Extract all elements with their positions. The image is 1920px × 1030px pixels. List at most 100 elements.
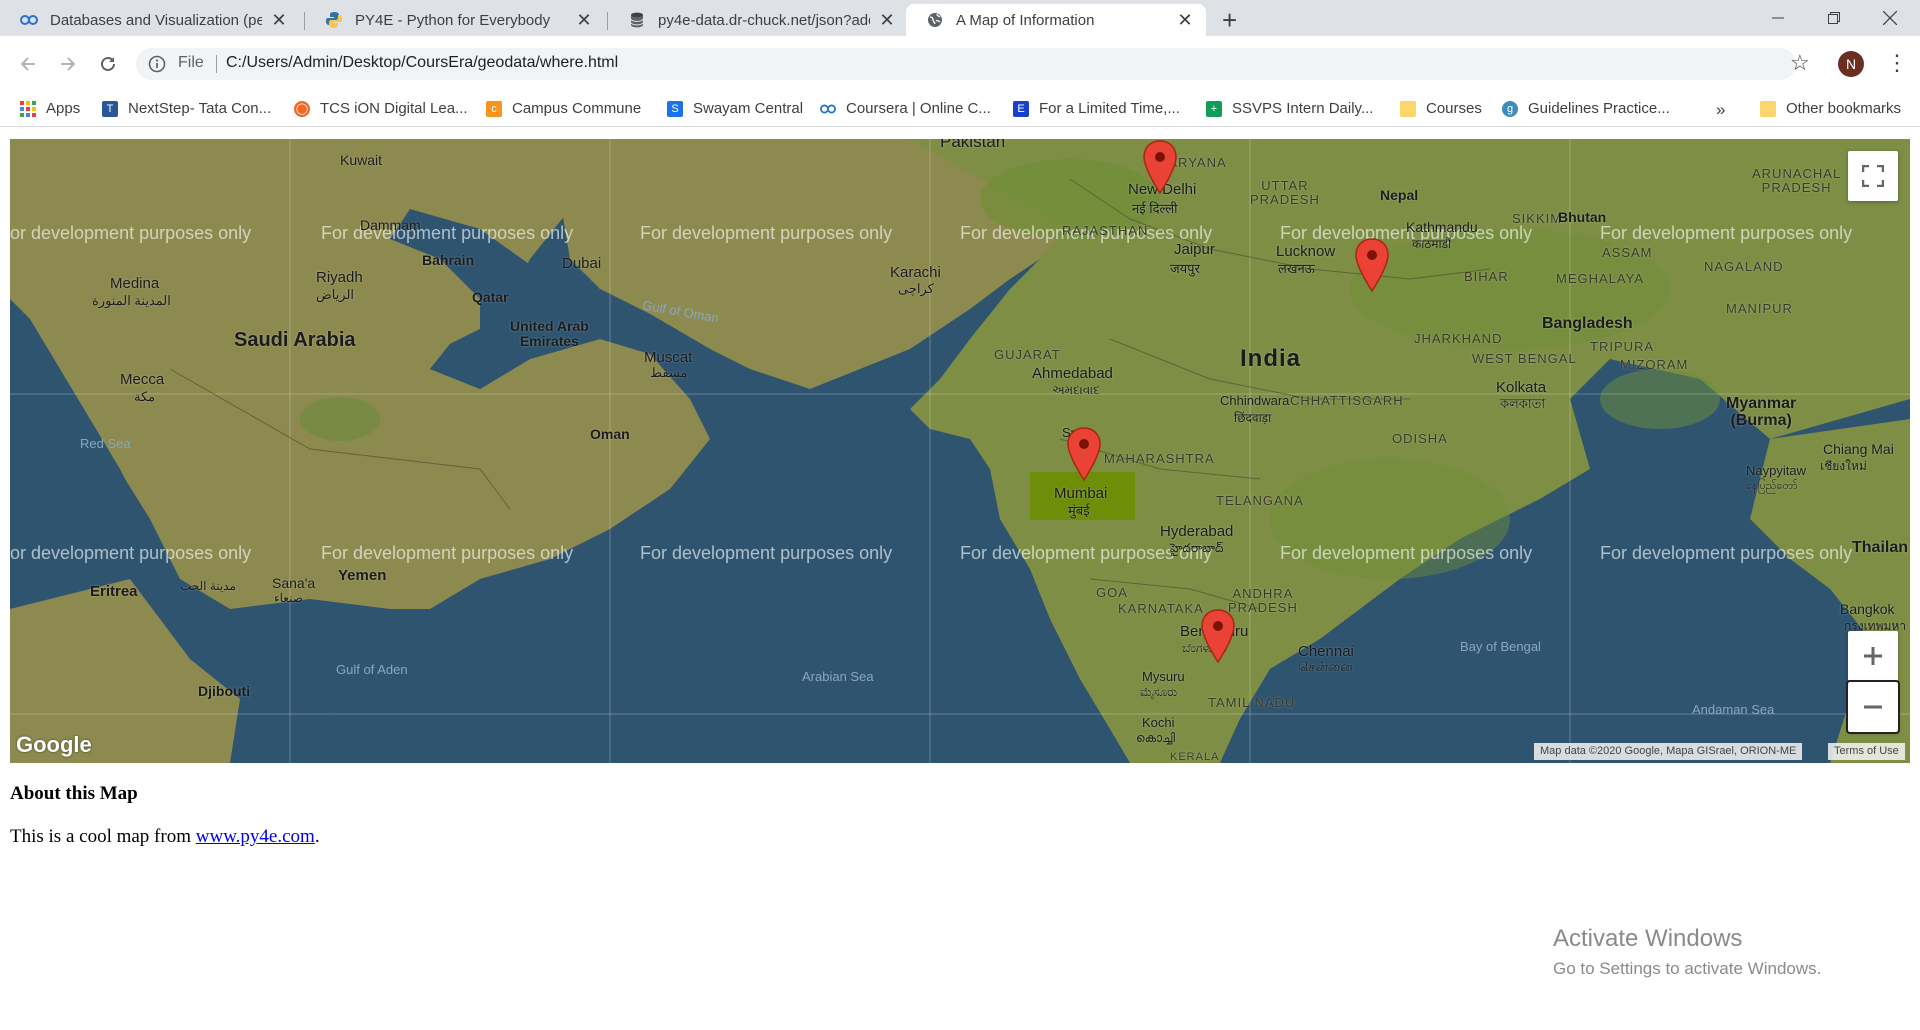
profile-avatar[interactable]: N xyxy=(1838,51,1864,77)
map-label: मुंबई xyxy=(1068,503,1090,518)
bookmark-nextstep[interactable]: T NextStep- Tata Con... xyxy=(102,100,271,117)
back-arrow-icon[interactable] xyxy=(14,50,42,78)
tab-title: Databases and Visualization (pee xyxy=(50,11,262,29)
zoom-out-button[interactable] xyxy=(1846,680,1900,734)
map-label: Oman xyxy=(590,426,630,442)
close-tab-icon[interactable]: ✕ xyxy=(575,10,593,30)
map-label: छिंदवाड़ा xyxy=(1234,411,1272,425)
close-window-button[interactable] xyxy=(1862,0,1918,36)
dev-watermark: or development purposes only xyxy=(10,543,252,563)
map-label: Ahmedabad xyxy=(1032,365,1113,382)
map-label: Karachi xyxy=(890,264,941,281)
fullscreen-icon xyxy=(1862,165,1884,187)
tata-icon: T xyxy=(102,100,118,117)
map-label: Bahrain xyxy=(422,252,475,268)
url-text[interactable]: C:/Users/Admin/Desktop/CoursEra/geodata/… xyxy=(226,54,618,72)
map-label: Muscat xyxy=(644,349,693,366)
minimize-button[interactable] xyxy=(1750,0,1806,36)
close-tab-icon[interactable]: ✕ xyxy=(878,10,896,30)
map-label: Djibouti xyxy=(198,683,251,699)
restore-button[interactable] xyxy=(1806,0,1862,36)
map-label: जयपुर xyxy=(1170,261,1200,276)
database-icon xyxy=(628,11,646,29)
new-tab-button[interactable]: + xyxy=(1222,7,1237,33)
map-label: کراچی xyxy=(898,281,934,296)
map-label: TELANGANA xyxy=(1216,493,1304,508)
map-label: GOA xyxy=(1096,585,1128,600)
map-label: TAMIL NADU xyxy=(1208,695,1296,710)
close-tab-icon[interactable]: ✕ xyxy=(1176,10,1194,30)
map-label: Chhindwara xyxy=(1220,393,1290,408)
tab-title: py4e-data.dr-chuck.net/json?add xyxy=(658,11,870,29)
google-map[interactable]: or development purposes only For develop… xyxy=(10,139,1910,763)
bookmark-label: TCS iON Digital Lea... xyxy=(320,100,468,117)
bookmark-label: NextStep- Tata Con... xyxy=(128,100,272,117)
bookmark-coursera[interactable]: Coursera | Online C... xyxy=(820,100,991,117)
tab-py4e[interactable]: PY4E - Python for Everybody ✕ xyxy=(305,4,605,36)
tab-databases[interactable]: Databases and Visualization (pee ✕ xyxy=(0,4,300,36)
menu-kebab-icon[interactable]: ⋮ xyxy=(1886,50,1908,76)
map-label: लखनऊ xyxy=(1278,261,1315,276)
info-icon[interactable] xyxy=(148,55,166,73)
map-label: الرياض xyxy=(316,287,355,302)
folder-icon xyxy=(1400,100,1416,117)
bookmark-campus-commune[interactable]: c Campus Commune xyxy=(486,100,641,117)
map-label: અમદાવાદ xyxy=(1052,383,1100,397)
terms-of-use-link[interactable]: Terms of Use xyxy=(1828,743,1905,760)
map-marker-pin-icon[interactable] xyxy=(1198,608,1238,664)
map-marker-pin-icon[interactable] xyxy=(1064,426,1104,482)
bookmark-limited-time[interactable]: E For a Limited Time,... xyxy=(1013,100,1180,117)
map-label: Chennai xyxy=(1298,643,1354,660)
bookmark-other[interactable]: Other bookmarks xyxy=(1760,100,1901,117)
about-text: This is a cool map from xyxy=(10,826,196,847)
bookmark-guidelines[interactable]: g Guidelines Practice... xyxy=(1502,100,1670,117)
map-label: Myanmar (Burma) xyxy=(1726,395,1797,429)
tab-title: A Map of Information xyxy=(956,11,1095,29)
bookmark-tcs-ion[interactable]: ◯ TCS iON Digital Lea... xyxy=(294,100,468,117)
bookmark-star-icon[interactable]: ☆ xyxy=(1790,50,1810,76)
map-label: နေပြည်တော် xyxy=(1746,480,1798,492)
map-label: MEGHALAYA xyxy=(1556,271,1644,286)
map-marker-pin-icon[interactable] xyxy=(1352,237,1392,293)
swayam-icon: S xyxy=(667,100,683,117)
map-label: مدينة الحب xyxy=(180,579,236,593)
map-marker-pin-icon[interactable] xyxy=(1140,139,1180,195)
map-label: المدينة المنورة xyxy=(92,293,171,308)
map-label: Dammam xyxy=(360,217,421,233)
py4e-link[interactable]: www.py4e.com xyxy=(196,826,315,847)
zoom-in-button[interactable] xyxy=(1848,631,1898,681)
bookmark-courses[interactable]: Courses xyxy=(1400,100,1482,117)
map-label: Mumbai xyxy=(1054,485,1108,502)
close-tab-icon[interactable]: ✕ xyxy=(270,10,288,30)
map-label: Bangkok xyxy=(1840,601,1895,617)
bookmark-ssvps[interactable]: + SSVPS Intern Daily... xyxy=(1206,100,1373,117)
dev-watermark: For development purposes only xyxy=(1600,223,1853,243)
map-attribution: Map data ©2020 Google, Mapa GISrael, ORI… xyxy=(1534,743,1803,760)
fullscreen-button[interactable] xyxy=(1848,151,1898,201)
address-bar[interactable]: File C:/Users/Admin/Desktop/CoursEra/geo… xyxy=(136,48,1796,80)
tab-map-of-information[interactable]: A Map of Information ✕ xyxy=(906,4,1206,36)
bookmarks-overflow-button[interactable]: » xyxy=(1716,100,1725,120)
reload-icon[interactable] xyxy=(94,50,122,78)
python-icon xyxy=(325,11,343,29)
map-label: RAJASTHAN xyxy=(1062,223,1149,238)
map-label: Bhutan xyxy=(1558,209,1607,225)
bookmark-label: Swayam Central xyxy=(693,100,804,117)
tab-py4e-data[interactable]: py4e-data.dr-chuck.net/json?add ✕ xyxy=(608,4,908,36)
folder-icon xyxy=(1760,100,1776,117)
dev-watermark: For development purposes only xyxy=(321,223,574,243)
map-label: JHARKHAND xyxy=(1414,331,1503,346)
map-label: NAGALAND xyxy=(1704,259,1784,274)
bookmark-swayam[interactable]: S Swayam Central xyxy=(667,100,803,117)
map-label: Gulf of Aden xyxy=(336,662,408,677)
map-label: சென்னை xyxy=(1298,659,1353,674)
map-label: హైదరాబాద్ xyxy=(1170,541,1224,555)
bookmark-apps[interactable]: Apps xyxy=(20,100,80,117)
map-label: नई दिल्ली xyxy=(1132,201,1178,216)
map-label: কলকাতা xyxy=(1500,396,1546,411)
forward-arrow-icon[interactable] xyxy=(54,50,82,78)
coursera-icon xyxy=(820,101,836,117)
map-label: Hyderabad xyxy=(1160,523,1234,540)
bookmark-label: Courses xyxy=(1426,100,1482,117)
map-label: صنعاء xyxy=(274,591,303,605)
